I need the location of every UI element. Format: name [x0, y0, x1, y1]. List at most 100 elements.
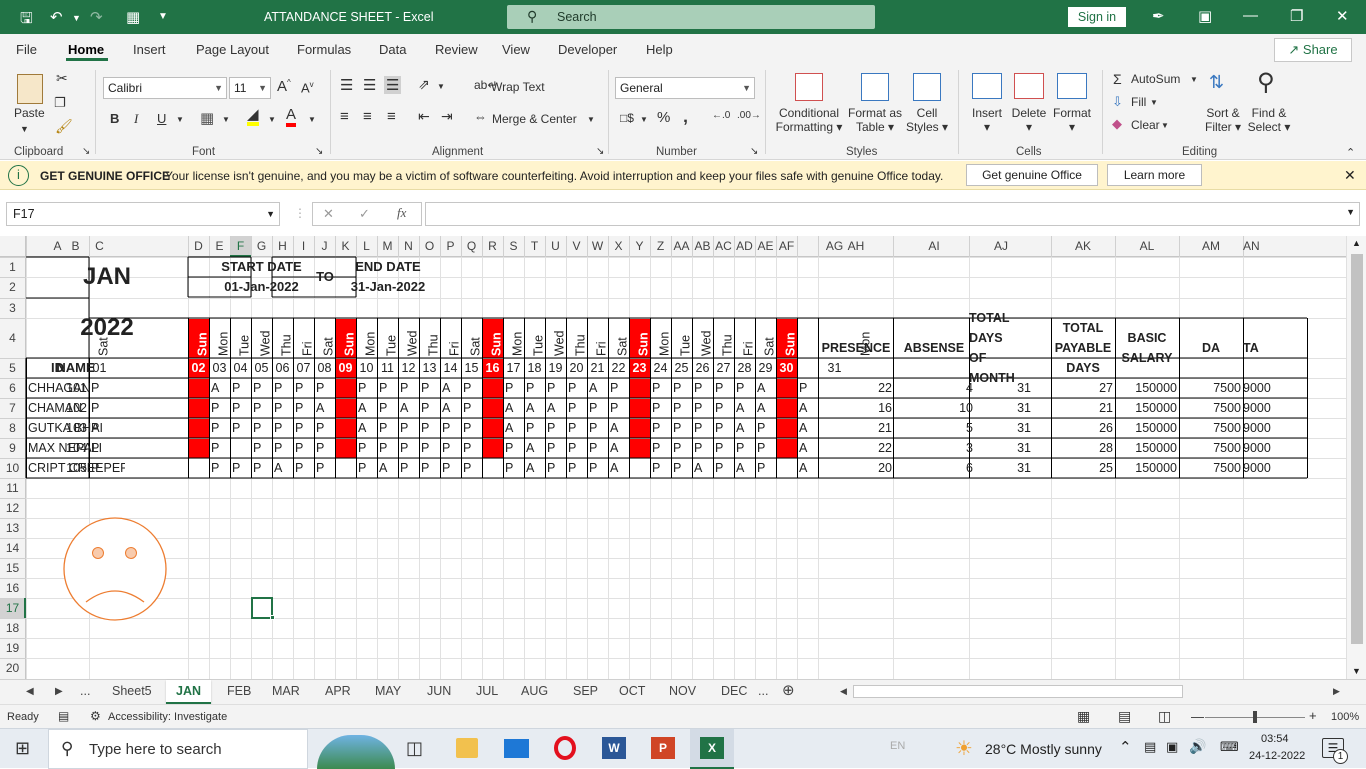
- sheet-tab-sheet5[interactable]: Sheet5: [112, 684, 152, 698]
- align-top-icon[interactable]: ☰: [340, 76, 353, 94]
- align-right-icon[interactable]: ≡: [387, 108, 396, 125]
- sheet-tab-jun[interactable]: JUN: [427, 684, 451, 698]
- cell-styles-button[interactable]: Cell Styles ▾: [904, 106, 950, 134]
- customize-toolbar-icon[interactable]: ▼: [158, 11, 168, 22]
- font-color-dropdown-icon[interactable]: ▼: [308, 115, 316, 124]
- macro-record-icon[interactable]: ▤: [58, 709, 69, 723]
- page-layout-view-icon[interactable]: ▤: [1118, 708, 1131, 725]
- percent-style-icon[interactable]: %: [657, 109, 670, 126]
- taskbar-search[interactable]: ⚲ Type here to search: [48, 729, 395, 769]
- task-view-icon[interactable]: ◫: [406, 738, 423, 759]
- clear-button[interactable]: Clear: [1131, 118, 1160, 132]
- page-break-view-icon[interactable]: ◫: [1158, 708, 1171, 725]
- italic-button[interactable]: I: [134, 111, 138, 127]
- cell-styles-icon[interactable]: [913, 73, 941, 101]
- close-icon[interactable]: ✕: [1344, 167, 1356, 184]
- format-as-table-icon[interactable]: [861, 73, 889, 101]
- number-format-select[interactable]: General ▼: [615, 77, 755, 99]
- sheet-tab-apr[interactable]: APR: [325, 684, 351, 698]
- normal-view-icon[interactable]: ▦: [1077, 708, 1090, 725]
- sheet-tab-feb[interactable]: FEB: [227, 684, 251, 698]
- autosum-button[interactable]: AutoSum: [1131, 72, 1180, 86]
- font-dialog-launcher-icon[interactable]: ↘: [315, 146, 323, 157]
- show-hidden-icons-icon[interactable]: ⌃: [1119, 738, 1132, 756]
- merge-center-icon[interactable]: ⇔: [474, 109, 487, 124]
- merge-center-button[interactable]: Merge & Center: [492, 112, 577, 126]
- sheet-tab-mar[interactable]: MAR: [272, 684, 300, 698]
- maximize-icon[interactable]: ❐: [1290, 7, 1303, 25]
- font-name-select[interactable]: Calibri ▼: [103, 77, 227, 99]
- sheet-tab-aug[interactable]: AUG: [521, 684, 548, 698]
- redo-icon[interactable]: ↷: [90, 8, 103, 26]
- prev-sheet-icon[interactable]: ◀: [26, 686, 34, 697]
- enter-icon[interactable]: ✓: [359, 206, 370, 222]
- autosum-icon[interactable]: Σ: [1113, 71, 1122, 87]
- formula-input[interactable]: ▼: [425, 202, 1360, 226]
- minimize-icon[interactable]: —: [1243, 7, 1258, 24]
- network-icon[interactable]: ▣: [1166, 739, 1178, 755]
- conditional-formatting-button[interactable]: Conditional Formatting ▾: [775, 106, 843, 134]
- insert-cells-icon[interactable]: [972, 73, 1002, 99]
- paste-icon[interactable]: [17, 74, 43, 104]
- sheet-tab-jan[interactable]: JAN: [166, 680, 212, 704]
- increase-indent-icon[interactable]: ⇥: [441, 108, 453, 125]
- sort-filter-icon[interactable]: ⇅: [1209, 72, 1224, 93]
- find-select-button[interactable]: Find & Select ▾: [1245, 106, 1293, 134]
- font-color-icon[interactable]: A: [286, 107, 297, 127]
- clear-dropdown-icon[interactable]: ▼: [1161, 121, 1169, 130]
- wrap-text-button[interactable]: Wrap Text: [491, 80, 545, 94]
- sad-face-shape[interactable]: [62, 516, 168, 622]
- sign-in-button[interactable]: Sign in: [1068, 7, 1126, 27]
- clock-date[interactable]: 24-12-2022: [1249, 750, 1305, 762]
- borders-icon[interactable]: ▦: [200, 109, 214, 127]
- chevron-down-icon[interactable]: ▼: [1346, 207, 1355, 217]
- weather-icon[interactable]: ☀: [955, 736, 973, 761]
- align-center-icon[interactable]: ≡: [363, 108, 372, 125]
- fill-button[interactable]: Fill: [1131, 95, 1146, 109]
- collapse-ribbon-icon[interactable]: ⌃: [1346, 146, 1355, 159]
- autosum-dropdown-icon[interactable]: ▼: [1190, 75, 1198, 84]
- underline-button[interactable]: U: [157, 111, 166, 126]
- fill-icon[interactable]: ⇩: [1112, 94, 1123, 110]
- share-button[interactable]: ↗ Share: [1274, 38, 1352, 62]
- sheet-tab-sep[interactable]: SEP: [573, 684, 598, 698]
- paste-button[interactable]: Paste: [14, 106, 45, 120]
- vertical-scrollbar[interactable]: ▲ ▼: [1346, 236, 1366, 679]
- decrease-indent-icon[interactable]: ⇤: [418, 108, 430, 125]
- sheet-tab-jul[interactable]: JUL: [476, 684, 498, 698]
- zoom-in-icon[interactable]: +: [1309, 708, 1317, 723]
- undo-icon[interactable]: ↶: [50, 8, 63, 26]
- fill-handle[interactable]: [270, 615, 275, 620]
- accounting-format-icon[interactable]: □$: [620, 111, 634, 125]
- mail-icon[interactable]: [504, 739, 529, 758]
- borders-dropdown-icon[interactable]: ▼: [222, 115, 230, 124]
- undo-dropdown-icon[interactable]: ▼: [72, 13, 81, 23]
- accounting-dropdown-icon[interactable]: ▼: [640, 115, 648, 124]
- decrease-decimal-icon[interactable]: .00→: [737, 110, 761, 121]
- menu-formulas[interactable]: Formulas: [297, 42, 351, 57]
- delete-cells-button[interactable]: Delete ▾: [1010, 106, 1048, 134]
- tabs-overflow-left[interactable]: ...: [80, 684, 90, 698]
- format-cells-icon[interactable]: [1057, 73, 1087, 99]
- opera-icon[interactable]: [554, 736, 576, 760]
- menu-page-layout[interactable]: Page Layout: [196, 42, 269, 57]
- find-select-icon[interactable]: ⚲: [1257, 68, 1275, 97]
- hscroll-left-icon[interactable]: ◀: [840, 686, 847, 697]
- get-genuine-office-button[interactable]: Get genuine Office: [966, 164, 1098, 186]
- conditional-formatting-icon[interactable]: [795, 73, 823, 101]
- clock-time[interactable]: 03:54: [1261, 733, 1289, 745]
- windows-start-icon[interactable]: ⊞: [15, 738, 30, 759]
- font-size-select[interactable]: 11 ▼: [229, 77, 271, 99]
- sheet-tab-dec[interactable]: DEC: [721, 684, 747, 698]
- format-painter-icon[interactable]: 🖌: [55, 118, 73, 135]
- new-sheet-icon[interactable]: ⊕: [782, 681, 795, 699]
- keyboard-icon[interactable]: ⌨: [1220, 739, 1239, 755]
- worksheet[interactable]: JAN 2022 START DATE 01-Jan-2022 TO END D…: [0, 236, 1346, 679]
- menu-data[interactable]: Data: [379, 42, 406, 57]
- zoom-out-icon[interactable]: —: [1191, 709, 1204, 724]
- search-box[interactable]: ⚲ Search: [507, 5, 875, 29]
- save-icon[interactable]: 🖫: [20, 8, 33, 33]
- fill-color-dropdown-icon[interactable]: ▼: [268, 115, 276, 124]
- scroll-up-icon[interactable]: ▲: [1352, 238, 1361, 248]
- hscroll-right-icon[interactable]: ▶: [1333, 686, 1340, 697]
